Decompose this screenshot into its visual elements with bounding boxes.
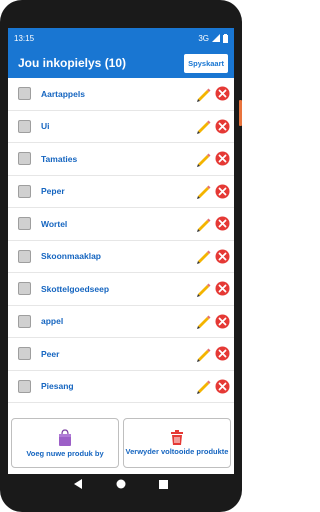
nav-bar: [8, 474, 234, 494]
delete-x-icon[interactable]: [215, 151, 230, 166]
list-item: Skoonmaaklap: [8, 241, 234, 273]
delete-x-icon[interactable]: [215, 281, 230, 296]
delete-x-icon[interactable]: [215, 119, 230, 134]
pencil-icon[interactable]: [195, 346, 211, 362]
list-item: Tamaties: [8, 143, 234, 176]
pencil-icon[interactable]: [195, 216, 211, 232]
remove-completed-label: Verwyder voltooide produkte: [125, 447, 229, 456]
list-item: Piesang: [8, 371, 234, 403]
item-checkbox[interactable]: [18, 119, 31, 133]
battery-icon: [223, 33, 228, 43]
pencil-icon[interactable]: [195, 183, 211, 200]
list-item: appel: [8, 306, 234, 338]
add-product-label: Voeg nuwe produk by: [26, 448, 104, 458]
item-checkbox[interactable]: [18, 282, 31, 296]
delete-x-icon[interactable]: [215, 216, 230, 231]
menu-button[interactable]: Spyskaart: [184, 53, 228, 73]
item-checkbox[interactable]: [18, 249, 31, 263]
shopping-list: Aartappels Ui Tamaties Peper Wortel Skoonmaak…: [8, 78, 234, 403]
list-item: Peper: [8, 176, 234, 208]
phone-frame: 13:15 3G Jou inkopielys (10) Spyskaart A…: [0, 0, 242, 512]
power-button: [239, 100, 242, 126]
item-label: Peer: [41, 348, 60, 359]
item-checkbox[interactable]: [18, 314, 31, 328]
item-label: Skoonmaaklap: [41, 251, 101, 262]
volume-button: [239, 140, 242, 180]
delete-x-icon[interactable]: [215, 346, 230, 361]
screen: 13:15 3G Jou inkopielys (10) Spyskaart A…: [8, 28, 234, 494]
pencil-icon[interactable]: [195, 248, 211, 265]
footer-actions: Voeg nuwe produk by Verwyder voltooide p…: [8, 418, 234, 468]
app-bar: Jou inkopielys (10) Spyskaart: [8, 48, 234, 78]
pencil-icon[interactable]: [195, 378, 211, 395]
status-bar: 13:15 3G: [8, 28, 234, 48]
add-product-button[interactable]: Voeg nuwe produk by: [11, 418, 119, 468]
pencil-icon[interactable]: [195, 151, 211, 167]
delete-x-icon[interactable]: [215, 379, 230, 394]
item-label: Skottelgoedseep: [41, 283, 110, 294]
item-label: Wortel: [41, 218, 68, 229]
home-icon[interactable]: [116, 479, 126, 489]
delete-x-icon[interactable]: [215, 314, 230, 329]
back-icon[interactable]: [74, 479, 83, 489]
delete-x-icon[interactable]: [215, 184, 230, 199]
list-item: Ui: [8, 111, 234, 143]
pencil-icon[interactable]: [195, 118, 211, 135]
item-label: Ui: [41, 121, 50, 132]
pencil-icon[interactable]: [195, 313, 211, 330]
delete-x-icon[interactable]: [215, 86, 230, 101]
item-checkbox[interactable]: [18, 379, 31, 393]
item-checkbox[interactable]: [18, 347, 31, 361]
shopping-bag-icon: [59, 428, 71, 446]
network-label: 3G: [198, 33, 209, 43]
item-label: Piesang: [41, 381, 74, 392]
page-title: Jou inkopielys (10): [18, 56, 127, 70]
item-label: appel: [41, 316, 64, 327]
item-label: Aartappels: [41, 88, 85, 99]
list-item: Skottelgoedseep: [8, 273, 234, 306]
recents-icon[interactable]: [158, 479, 168, 489]
item-checkbox[interactable]: [18, 152, 31, 166]
list-item: Peer: [8, 338, 234, 371]
remove-completed-button[interactable]: Verwyder voltooide produkte: [123, 418, 231, 468]
trash-icon: [171, 430, 183, 445]
pencil-icon[interactable]: [195, 281, 211, 297]
item-checkbox[interactable]: [18, 184, 31, 198]
signal-icon: [212, 34, 220, 42]
item-label: Peper: [41, 186, 65, 197]
pencil-icon[interactable]: [195, 86, 211, 102]
item-checkbox[interactable]: [18, 217, 31, 231]
item-checkbox[interactable]: [18, 87, 31, 101]
list-item: Aartappels: [8, 78, 234, 111]
list-item: Wortel: [8, 208, 234, 241]
item-label: Tamaties: [41, 153, 78, 164]
delete-x-icon[interactable]: [215, 249, 230, 264]
status-time: 13:15: [14, 33, 35, 43]
